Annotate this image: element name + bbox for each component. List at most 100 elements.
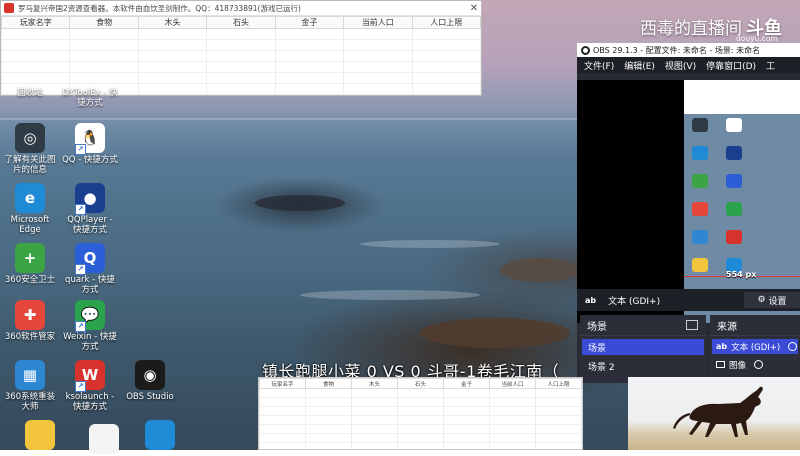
- table-cell: [535, 415, 582, 425]
- obs-preview[interactable]: 554 px: [684, 80, 800, 323]
- resource-viewer-window[interactable]: 罗马复兴帝国2资源查看器。本软件由血饮圣剑制作。QQ：418733891(游戏已…: [0, 0, 482, 96]
- desktop-icon[interactable]: Q ↗ quark - 快捷方式: [62, 243, 118, 295]
- column-header[interactable]: 石头: [397, 378, 444, 389]
- desktop-icon[interactable]: ▦ 360系统重装大师: [2, 360, 58, 412]
- column-header[interactable]: 金子: [443, 378, 490, 389]
- table-cell: [489, 406, 536, 416]
- table-cell: [305, 433, 352, 443]
- desktop-icon[interactable]: e Microsoft Edge: [2, 183, 58, 235]
- table-cell: [535, 388, 582, 398]
- table-cell: [69, 39, 139, 51]
- obs-menu-item[interactable]: 编辑(E): [624, 59, 655, 72]
- column-header[interactable]: 玩家名字: [0, 16, 71, 29]
- table-cell: [443, 442, 490, 449]
- obs-menu-item[interactable]: 文件(F): [584, 59, 614, 72]
- scene-item[interactable]: 场景: [582, 339, 704, 355]
- obs-menu-item[interactable]: 视图(V): [665, 59, 696, 72]
- desktop-icon[interactable]: ● ↗ QQPlayer - 快捷方式: [62, 183, 118, 235]
- preview-icon: [692, 202, 708, 216]
- desktop-icon[interactable]: [132, 420, 188, 452]
- obs-titlebar[interactable]: OBS 29.1.3 - 配置文件: 未命名 - 场景: 未命名: [577, 43, 800, 57]
- column-header[interactable]: 人口上限: [535, 378, 582, 389]
- desktop-icon[interactable]: [12, 420, 68, 452]
- desktop-icon[interactable]: ◎ 了解有关此图片的信息: [2, 123, 58, 175]
- table-cell: [274, 39, 345, 51]
- table-cell: [397, 442, 444, 449]
- table-cell: [206, 72, 276, 84]
- table-cell: [411, 39, 482, 51]
- desktop-icon[interactable]: +360安全卫士: [2, 243, 58, 285]
- table-cell: [351, 388, 398, 398]
- column-header[interactable]: 当前人口: [489, 378, 536, 389]
- resource-table: 玩家名字 食物 木头 石头 金子 当前人口 人口上限: [0, 16, 482, 95]
- table-cell: [411, 72, 482, 84]
- source-item[interactable]: 图像: [712, 357, 798, 372]
- sources-panel-title: 来源: [717, 321, 737, 333]
- app-glyph-icon: W: [81, 366, 99, 384]
- table-cell: [343, 50, 413, 62]
- table-row: [259, 415, 582, 425]
- table-cell: [411, 61, 482, 73]
- column-header[interactable]: 金子: [274, 16, 345, 29]
- eye-icon[interactable]: [788, 342, 798, 351]
- desktop-icon[interactable]: 回收站: [2, 88, 58, 98]
- column-header[interactable]: 当前人口: [343, 16, 413, 29]
- app-glyph-icon: e: [24, 189, 36, 207]
- text-source-icon: ab: [585, 295, 597, 305]
- desktop-icon-label: 回收站: [17, 88, 43, 98]
- desktop-icon[interactable]: 💬 ↗ Weixin - 快捷方式: [62, 300, 118, 352]
- preview-resource-window: [684, 80, 800, 114]
- source-item[interactable]: ab 文本 (GDI+): [712, 339, 798, 354]
- desktop-icon[interactable]: W ↗ ksolaunch - 快捷方式: [62, 360, 118, 412]
- desktop-icon[interactable]: ✚ 360软件管家: [2, 300, 58, 342]
- scenes-panel-title: 场景: [587, 321, 607, 333]
- app-icon: 🐧 ↗: [75, 123, 105, 155]
- table-row: [0, 50, 482, 62]
- table-cell: [206, 39, 276, 51]
- app-glyph-icon: 💬: [80, 306, 100, 324]
- text-source-label: 文本 (GDI+): [608, 296, 661, 307]
- column-header[interactable]: 木头: [351, 378, 398, 389]
- table-cell: [259, 433, 306, 443]
- preview-size-label: 554 px: [726, 270, 757, 279]
- column-header[interactable]: 石头: [206, 16, 276, 29]
- table-cell: [69, 28, 139, 40]
- column-header[interactable]: 食物: [69, 16, 139, 29]
- column-header[interactable]: 玩家名字: [259, 378, 306, 389]
- app-icon: ✚: [15, 300, 45, 330]
- app-icon: ● ↗: [75, 183, 105, 215]
- obs-window[interactable]: OBS 29.1.3 - 配置文件: 未命名 - 场景: 未命名 文件(F) 编辑…: [577, 43, 800, 383]
- bottom-table: 玩家名字 食物 木头 石头 金子 当前人口 人口上限: [259, 378, 582, 449]
- app-glyph-icon: +: [23, 249, 37, 267]
- desktop-icon-label: 了解有关此图片的信息: [4, 155, 56, 175]
- close-icon[interactable]: ✕: [467, 3, 481, 14]
- obs-menu-item[interactable]: 停靠窗口(D): [706, 59, 756, 72]
- column-header[interactable]: 木头: [137, 16, 208, 29]
- settings-button[interactable]: ⚙ 设置: [744, 292, 800, 308]
- table-cell: [397, 424, 444, 434]
- table-row: [259, 442, 582, 449]
- app-glyph-icon: ◎: [23, 129, 37, 147]
- eye-icon[interactable]: [754, 360, 764, 369]
- column-header[interactable]: 人口上限: [411, 16, 482, 29]
- desktop-icon[interactable]: DYToolEx - 快捷方式: [62, 88, 118, 108]
- app-glyph-icon: Q: [83, 249, 97, 267]
- desktop-icon[interactable]: ◉ OBS Studio: [122, 360, 178, 402]
- desktop-icon[interactable]: [76, 424, 132, 456]
- app-icon: Q ↗: [75, 243, 105, 275]
- table-cell: [443, 397, 490, 407]
- horse-image: [628, 377, 800, 450]
- obs-menu-item[interactable]: 工: [766, 59, 775, 72]
- desktop-icon[interactable]: 🐧 ↗ QQ - 快捷方式: [62, 123, 118, 165]
- table-row: [259, 433, 582, 443]
- table-cell: [305, 442, 352, 449]
- undock-icon[interactable]: [686, 320, 698, 330]
- table-cell: [351, 424, 398, 434]
- column-header[interactable]: 食物: [305, 378, 352, 389]
- app-icon: e: [15, 183, 45, 213]
- preview-desktop-icons: [688, 116, 748, 316]
- app-glyph-icon: 🐧: [80, 129, 100, 147]
- resource-viewer-titlebar[interactable]: 罗马复兴帝国2资源查看器。本软件由血饮圣剑制作。QQ：418733891(游戏已…: [1, 1, 481, 16]
- scene-item[interactable]: 场景 2: [582, 358, 704, 374]
- table-row: [259, 388, 582, 398]
